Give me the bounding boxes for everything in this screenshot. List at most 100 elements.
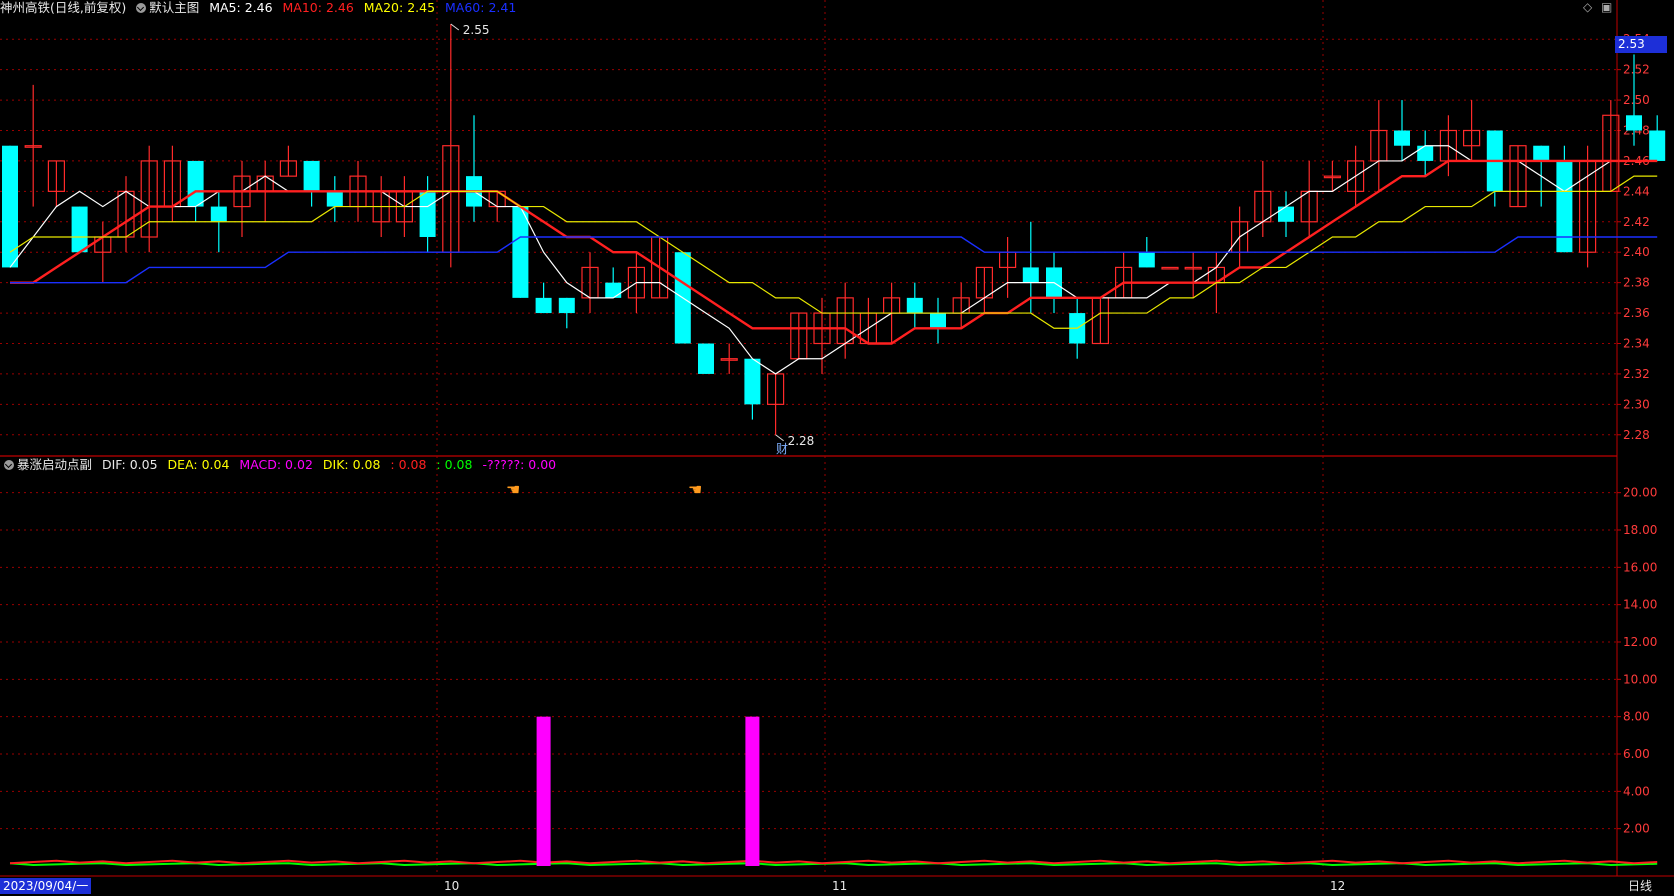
candle-body [1022,267,1039,283]
candle [163,145,181,222]
candle [419,176,436,253]
candle-body [558,297,575,314]
candle [906,282,923,329]
chart-canvas[interactable]: 2.542.522.502.482.462.442.422.402.382.36… [0,0,1674,896]
stock-chart-window: { "header": { "stock": "神州高铁(日线,前复权)", "… [0,0,1674,896]
candle-body [303,160,320,192]
candle-body [930,313,946,329]
candle [1184,252,1202,298]
candle [1417,130,1434,177]
candle-body [1417,145,1434,161]
candle [558,297,575,329]
candle [47,160,66,207]
current-price-tag: 2.53 [1615,36,1667,53]
candle [1022,221,1039,314]
y-tick-label: 2.00 [1623,822,1650,836]
candle-body [535,297,552,314]
y-tick-label: 12.00 [1623,635,1657,649]
y-tick-label: 14.00 [1623,598,1657,612]
high-label: 2.55 [463,23,490,37]
y-tick-label: 2.32 [1623,367,1650,381]
candle [442,24,460,268]
candle [1602,100,1620,192]
candle [1649,115,1666,161]
candle [790,312,808,360]
candle [466,115,482,222]
candle [975,266,994,314]
month-label-11: 11 [832,879,848,893]
y-tick-label: 2.38 [1623,276,1650,290]
candle-body [1161,266,1179,270]
candle-body [512,206,529,298]
candle [1161,266,1179,270]
event-badge[interactable]: 财 [776,441,788,457]
y-tick-label: 2.44 [1623,184,1650,198]
candle [326,176,343,222]
candle-body [1649,130,1666,161]
candle-body [605,282,622,298]
ma60-line [10,236,1658,284]
candle-body [1626,115,1642,131]
low-label: 2.28 [788,434,815,448]
y-tick-label: 2.36 [1623,306,1650,320]
candle [279,145,297,177]
y-tick-label: 2.42 [1623,215,1650,229]
candle [998,237,1017,298]
y-tick-label: 2.52 [1623,63,1650,77]
dik-line-red [9,859,1658,865]
candle-body [71,206,88,253]
candle-body [419,191,436,237]
candle [140,145,158,253]
candle [720,343,738,374]
candle [1114,252,1133,299]
candle-body [326,191,343,207]
candle [233,160,251,237]
candle-body [187,160,204,207]
y-tick-label: 8.00 [1623,710,1650,724]
y-tick-label: 2.34 [1623,337,1650,351]
period-button[interactable]: 日线 [1628,878,1652,894]
y-tick-label: 20.00 [1623,486,1657,500]
candle-body [1278,206,1294,222]
candle [1394,100,1410,161]
candle [1462,100,1481,161]
low-pointer [775,434,784,442]
candle [744,358,761,420]
month-label-10: 10 [444,879,460,893]
candle [859,297,878,345]
y-tick-label: 6.00 [1623,747,1650,761]
signal-spike-bar [745,716,760,866]
candle [1300,160,1318,237]
candle [698,343,714,374]
candle [117,176,135,253]
month-label-12: 12 [1330,879,1346,893]
y-tick-label: 18.00 [1623,523,1657,537]
hand-pointer-icon: ☚ [688,480,703,499]
signal-spike-bar [536,716,551,866]
candle [766,373,785,435]
candle-body [698,343,714,374]
candle [535,282,552,314]
candle [94,221,112,283]
candle [303,160,320,207]
high-pointer [450,23,460,31]
candle-body [1394,130,1410,146]
candle-body [744,358,761,405]
candle-body [1533,145,1550,161]
candle [71,206,88,253]
candle [930,297,946,344]
y-tick-label: 2.40 [1623,245,1650,259]
candle-body [906,297,923,314]
candle [1278,191,1294,237]
candle-body [1138,252,1155,268]
date-readout: 2023/09/04/一 [0,878,92,894]
candle [605,267,622,298]
candle [952,282,970,329]
candle [1578,145,1597,268]
candle [24,84,42,207]
candle-body [210,206,227,222]
y-tick-label: 2.30 [1623,397,1650,411]
y-tick-label: 4.00 [1623,784,1650,798]
candle [1370,100,1388,192]
candle [1091,297,1110,345]
